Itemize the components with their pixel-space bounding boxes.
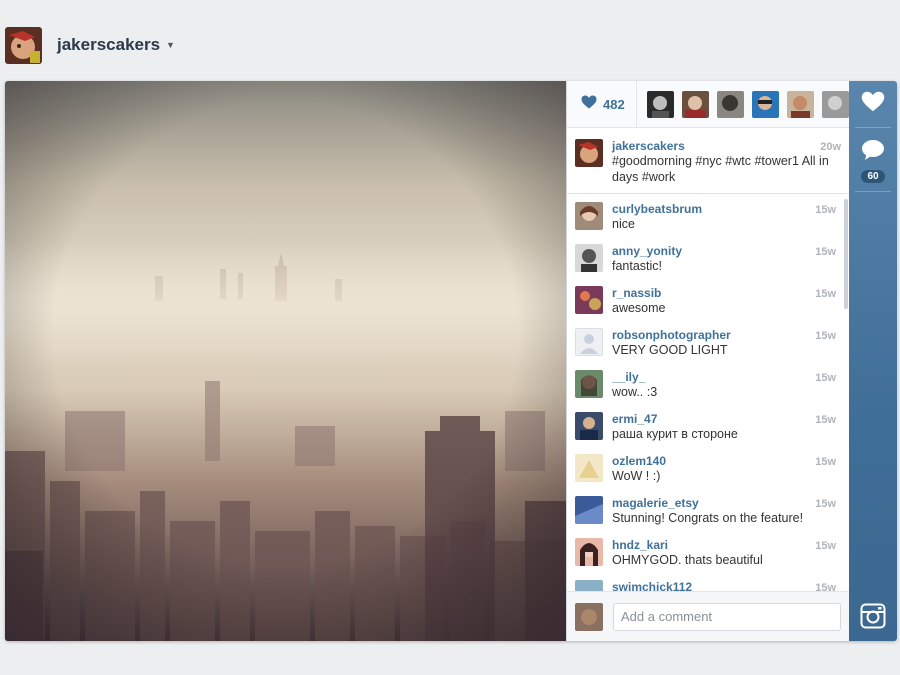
- comment-text: nice: [612, 217, 635, 231]
- comment-avatar[interactable]: [575, 286, 603, 314]
- comment-timestamp: 15w: [815, 540, 836, 552]
- comment-avatar[interactable]: [575, 538, 603, 566]
- comment-item: __ily_ 15w wow.. :3: [567, 363, 850, 405]
- instagram-button[interactable]: [849, 603, 897, 634]
- profile-header: jakerscakers ▼: [5, 26, 175, 64]
- comment-button[interactable]: 60: [849, 139, 897, 183]
- liker-avatar[interactable]: [717, 90, 744, 118]
- comment-item: robsonphotographer 15w VERY GOOD LIGHT: [567, 321, 850, 363]
- caption-avatar[interactable]: [575, 139, 603, 167]
- comment-item: curlybeatsbrum 15w nice: [567, 195, 850, 237]
- comment-avatar[interactable]: [575, 328, 603, 356]
- comment-list[interactable]: curlybeatsbrum 15w nice anny_yonity 15w fa…: [567, 195, 850, 591]
- comment-text: раша курит в стороне: [612, 427, 738, 441]
- comment-timestamp: 15w: [815, 456, 836, 468]
- comment-count-badge: 60: [861, 170, 885, 183]
- comment-text: fantastic!: [612, 259, 663, 273]
- caption-username[interactable]: jakerscakers: [612, 139, 685, 153]
- comment-item: hndz_kari 15w OHMYGOD. thats beautiful: [567, 531, 850, 573]
- comment-username[interactable]: swimchick112: [612, 580, 692, 591]
- comment-username[interactable]: anny_yonity: [612, 244, 682, 258]
- likes-count-text: 482: [603, 96, 625, 112]
- comment-username[interactable]: hndz_kari: [612, 538, 668, 552]
- comment-item: anny_yonity 15w fantastic!: [567, 237, 850, 279]
- liker-avatars: [637, 90, 849, 118]
- comment-timestamp: 15w: [815, 372, 836, 384]
- heart-icon: [861, 91, 885, 117]
- comment-text: awesome: [612, 301, 666, 315]
- caption-text: #goodmorning #nyc #wtc #tower1 All in da…: [612, 154, 829, 184]
- comment-timestamp: 15w: [815, 414, 836, 426]
- comment-item: magalerie_etsy 15w Stunning! Congrats on …: [567, 489, 850, 531]
- speech-bubble-icon: [861, 139, 885, 166]
- comment-text: WoW ! :): [612, 469, 661, 483]
- profile-avatar[interactable]: [5, 26, 42, 64]
- post-card: 482 jakerscakers 20w #goodmorning #nyc #…: [5, 81, 897, 641]
- liker-avatar[interactable]: [752, 90, 779, 118]
- add-comment-input[interactable]: [613, 602, 841, 631]
- comment-text: wow.. :3: [612, 385, 658, 399]
- comment-text: VERY GOOD LIGHT: [612, 343, 728, 357]
- comment-username[interactable]: __ily_: [612, 370, 645, 384]
- comment-avatar[interactable]: [575, 370, 603, 398]
- liker-avatar[interactable]: [822, 90, 849, 118]
- liker-avatar[interactable]: [682, 90, 709, 118]
- comment-avatar[interactable]: [575, 454, 603, 482]
- comment-username[interactable]: curlybeatsbrum: [612, 202, 702, 216]
- caption-timestamp: 20w: [820, 141, 841, 153]
- comment-avatar[interactable]: [575, 244, 603, 272]
- comment-timestamp: 15w: [815, 330, 836, 342]
- comment-timestamp: 15w: [815, 582, 836, 591]
- comment-avatar[interactable]: [575, 496, 603, 524]
- caret-down-icon[interactable]: ▼: [166, 40, 175, 50]
- comment-username[interactable]: ozlem140: [612, 454, 666, 468]
- action-divider: [855, 127, 891, 128]
- comment-text: Stunning! Congrats on the feature!: [612, 511, 804, 525]
- current-user-avatar: [575, 602, 603, 631]
- comment-username[interactable]: robsonphotographer: [612, 328, 731, 342]
- liker-avatar[interactable]: [787, 90, 814, 118]
- heart-icon: [581, 95, 597, 114]
- comments-panel: 482 jakerscakers 20w #goodmorning #nyc #…: [566, 81, 850, 641]
- comment-timestamp: 15w: [815, 246, 836, 258]
- profile-username[interactable]: jakerscakers: [57, 35, 160, 55]
- like-button[interactable]: [849, 91, 897, 117]
- liker-avatar[interactable]: [647, 90, 674, 118]
- post-photo[interactable]: [5, 81, 566, 641]
- comment-username[interactable]: r_nassib: [612, 286, 661, 300]
- comment-timestamp: 15w: [815, 204, 836, 216]
- comment-avatar[interactable]: [575, 580, 603, 591]
- comment-timestamp: 15w: [815, 498, 836, 510]
- comment-username[interactable]: ermi_47: [612, 412, 657, 426]
- comment-timestamp: 15w: [815, 288, 836, 300]
- likes-counter[interactable]: 482: [567, 81, 637, 128]
- comment-item: ozlem140 15w WoW ! :): [567, 447, 850, 489]
- comment-item: r_nassib 15w awesome: [567, 279, 850, 321]
- comment-composer: [567, 591, 850, 641]
- comment-avatar[interactable]: [575, 412, 603, 440]
- comment-avatar[interactable]: [575, 202, 603, 230]
- post-caption: jakerscakers 20w #goodmorning #nyc #wtc …: [567, 128, 849, 194]
- action-bar: 60: [849, 81, 897, 641]
- camera-icon: [860, 603, 886, 634]
- likes-row: 482: [567, 81, 849, 128]
- comment-text: OHMYGOD. thats beautiful: [612, 553, 763, 567]
- comment-item: ermi_47 15w раша курит в стороне: [567, 405, 850, 447]
- comments-scrollbar[interactable]: [844, 199, 848, 309]
- comment-item: swimchick112 15w: [567, 573, 850, 591]
- comment-username[interactable]: magalerie_etsy: [612, 496, 699, 510]
- action-divider: [855, 191, 891, 192]
